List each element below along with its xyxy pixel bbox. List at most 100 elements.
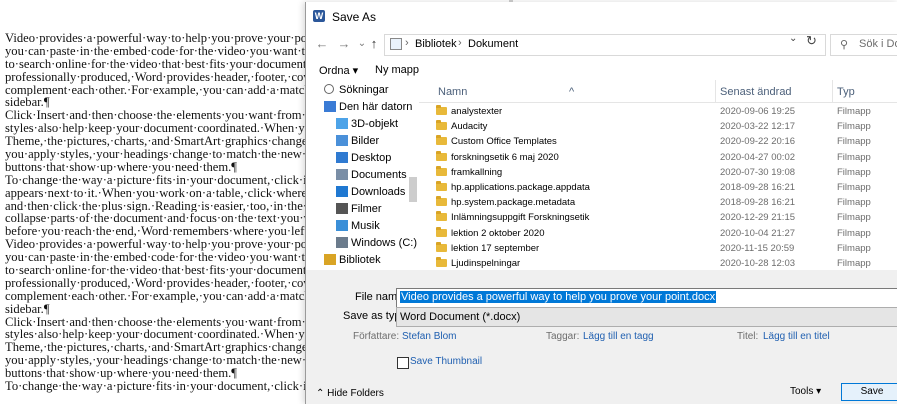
savetype-select[interactable]: Word Document (*.docx) xyxy=(396,307,897,327)
folder-icon xyxy=(436,211,447,222)
column-divider[interactable] xyxy=(715,80,716,102)
title-label: Titel: xyxy=(737,331,759,342)
refresh-icon[interactable]: ↻ xyxy=(806,33,817,49)
breadcrumb-bibliotek[interactable]: Bibliotek xyxy=(415,38,457,50)
file-row[interactable]: lektion 2 oktober 2020 2020-10-04 21:27 Fi… xyxy=(419,226,897,241)
file-row[interactable]: Custom Office Templates 2020-09-22 20:16 F… xyxy=(419,134,897,149)
nav-item-label: Bibliotek xyxy=(339,254,381,266)
save-as-dialog: W Save As ← → ⌄ ↑ › Bibliotek › Dokument… xyxy=(305,2,897,404)
new-folder-button[interactable]: Ny mapp xyxy=(375,64,419,76)
nav-item[interactable]: Den här datorn xyxy=(306,99,418,116)
nav-item[interactable]: 3D-objekt xyxy=(306,116,418,133)
file-name: framkallning xyxy=(451,166,503,178)
file-type: Filmapp xyxy=(837,121,871,133)
save-button[interactable]: Save xyxy=(841,383,897,401)
file-date: 2020-11-15 20:59 xyxy=(720,242,795,254)
file-name: Ljudinspelningar xyxy=(451,258,521,269)
documents-icon xyxy=(336,169,348,180)
folder-icon xyxy=(436,226,447,237)
nav-item-label: Sökningar xyxy=(339,84,389,96)
file-date: 2020-09-06 19:25 xyxy=(720,106,796,117)
column-type[interactable]: Typ xyxy=(837,86,855,98)
file-row[interactable]: forskningsetik 6 maj 2020 2020-04-27 00:0… xyxy=(419,150,897,165)
title-input[interactable]: Lägg till en titel xyxy=(763,331,830,342)
save-thumbnail-label[interactable]: Save Thumbnail xyxy=(410,356,482,367)
up-arrow-icon[interactable]: ↑ xyxy=(366,36,382,52)
nav-item-label: 3D-objekt xyxy=(351,118,399,130)
drive-icon xyxy=(336,237,348,248)
file-type: Filmapp xyxy=(837,227,871,239)
organize-button[interactable]: Ordna ▾ xyxy=(319,64,358,77)
file-date: 2020-03-22 12:17 xyxy=(720,121,796,133)
column-date[interactable]: Senast ändrad xyxy=(720,86,792,98)
forward-arrow-icon[interactable]: → xyxy=(336,36,352,52)
navigation-pane: Sökningar Den här datorn 3D-objekt Bilder De… xyxy=(306,82,418,270)
nav-item[interactable]: Documents xyxy=(306,167,418,184)
file-name: hp.applications.package.appdata xyxy=(451,182,590,193)
file-date: 2020-09-22 20:16 xyxy=(720,136,796,148)
nav-item-label: Musik xyxy=(351,220,380,232)
file-row[interactable]: hp.applications.package.appdata 2018-09-2… xyxy=(419,180,897,195)
file-type: Filmapp xyxy=(837,258,871,269)
folder-icon xyxy=(436,181,447,191)
save-thumbnail-checkbox[interactable] xyxy=(397,357,409,369)
nav-item[interactable]: Windows (C:) xyxy=(306,235,418,252)
column-name[interactable]: Namn xyxy=(438,86,467,98)
file-row[interactable]: Audacity 2020-03-22 12:17 Filmapp xyxy=(419,119,897,134)
back-arrow-icon[interactable]: ← xyxy=(314,36,330,52)
file-row[interactable]: framkallning 2020-07-30 19:08 Filmapp xyxy=(419,165,897,180)
nav-scrollbar-thumb[interactable] xyxy=(409,177,417,202)
breadcrumb-dokument[interactable]: Dokument xyxy=(468,38,518,50)
tags-input[interactable]: Lägg till en tagg xyxy=(583,331,654,342)
sort-ascending-icon: ^ xyxy=(569,86,575,98)
nav-item[interactable]: Desktop xyxy=(306,150,418,167)
file-name: Audacity xyxy=(451,121,488,133)
folder-icon xyxy=(436,135,447,146)
tools-button[interactable]: Tools ▾ xyxy=(790,386,821,397)
file-row[interactable]: lektion 17 september 2020-11-15 20:59 Film… xyxy=(419,241,897,256)
file-date: 2018-09-28 16:21 xyxy=(720,197,796,209)
file-name: lektion 2 oktober 2020 xyxy=(451,227,545,239)
file-date: 2020-12-29 21:15 xyxy=(720,212,796,224)
address-dropdown-icon[interactable]: ⌄ xyxy=(789,33,797,44)
dialog-title: Save As xyxy=(332,10,377,24)
file-type: Filmapp xyxy=(837,197,871,209)
library-icon xyxy=(324,254,336,265)
filename-value[interactable]: Video provides a powerful way to help yo… xyxy=(400,291,717,303)
nav-item[interactable]: Sökningar xyxy=(306,82,418,99)
pictures-icon xyxy=(336,135,348,146)
file-name: Custom Office Templates xyxy=(451,136,557,148)
file-date: 2020-04-27 00:02 xyxy=(720,151,796,163)
file-type: Filmapp xyxy=(837,151,871,163)
nav-item-label: Den här datorn xyxy=(339,101,413,113)
breadcrumb-separator-icon: › xyxy=(405,37,409,49)
nav-item[interactable]: Bibliotek xyxy=(306,252,418,269)
search-icon xyxy=(324,84,334,94)
authors-value[interactable]: Stefan Blom xyxy=(402,331,456,342)
folder-icon xyxy=(436,105,447,115)
hide-folders-button[interactable]: ⌃ Hide Folders xyxy=(316,388,384,399)
file-row[interactable]: Ljudinspelningar 2020-10-28 12:03 Filmapp xyxy=(419,256,897,270)
nav-item-label: Windows (C:) xyxy=(351,237,418,249)
address-bar[interactable]: › Bibliotek › Dokument xyxy=(384,34,826,56)
file-row[interactable]: hp.system.package.metadata 2018-09-28 16:… xyxy=(419,195,897,210)
dialog-titlebar[interactable]: W Save As xyxy=(306,2,897,30)
folder-icon xyxy=(436,165,447,176)
search-input[interactable]: ⚲ Sök i Dok xyxy=(830,34,897,56)
word-app-icon: W xyxy=(313,10,325,22)
authors-label: Författare: xyxy=(353,331,400,342)
nav-item[interactable]: Filmer xyxy=(306,201,418,218)
nav-item[interactable]: Bilder xyxy=(306,133,418,150)
file-row[interactable]: analystexter 2020-09-06 19:25 Filmapp xyxy=(419,104,897,119)
file-list-header: ^ Namn Senast ändrad Typ xyxy=(419,78,897,103)
folder-icon xyxy=(436,257,447,267)
file-name: Inlämningsuppgift Forskningsetik xyxy=(451,212,590,224)
file-row[interactable]: Inlämningsuppgift Forskningsetik 2020-12-… xyxy=(419,210,897,225)
nav-item[interactable]: Downloads xyxy=(306,184,418,201)
nav-item[interactable]: Musik xyxy=(306,218,418,235)
nav-item-label: Bilder xyxy=(351,135,380,147)
music-icon xyxy=(336,220,348,231)
column-divider[interactable] xyxy=(832,80,833,102)
filename-field[interactable]: Video provides a powerful way to help yo… xyxy=(396,288,897,308)
file-type: Filmapp xyxy=(837,106,871,117)
